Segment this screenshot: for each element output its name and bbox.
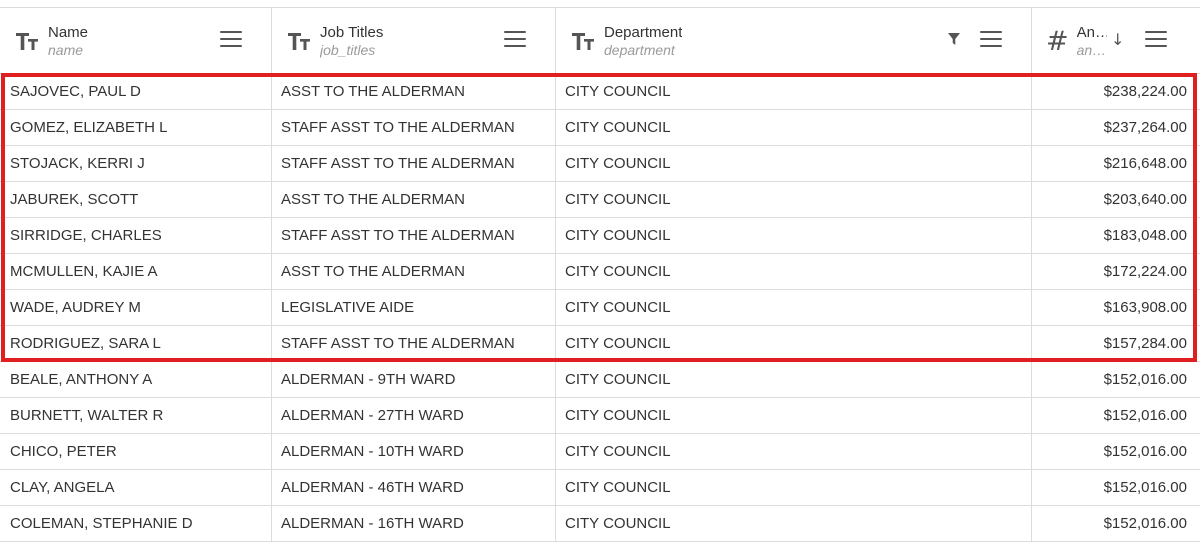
cell-name[interactable]: SAJOVEC, PAUL D bbox=[0, 74, 272, 109]
column-field: job_titles bbox=[320, 41, 376, 58]
table-row[interactable]: STOJACK, KERRI J STAFF ASST TO THE ALDERM… bbox=[0, 146, 1200, 182]
table-row[interactable]: CHICO, PETER ALDERMAN - 10TH WARD CITY COU… bbox=[0, 434, 1200, 470]
cell-job-title[interactable]: STAFF ASST TO THE ALDERMAN bbox=[272, 218, 556, 253]
table-body: SAJOVEC, PAUL D ASST TO THE ALDERMAN CITY … bbox=[0, 74, 1200, 542]
column-header-name[interactable]: Name name bbox=[0, 8, 272, 74]
cell-name[interactable]: CLAY, ANGELA bbox=[0, 470, 272, 505]
cell-job-title[interactable]: ALDERMAN - 27TH WARD bbox=[272, 398, 556, 433]
cell-job-title[interactable]: ALDERMAN - 46TH WARD bbox=[272, 470, 556, 505]
column-header-amount[interactable]: # An… an… ↓ bbox=[1032, 8, 1200, 74]
column-title: Job Titles bbox=[320, 24, 384, 42]
data-grid: Name name Job Titles job_titles Departme… bbox=[0, 0, 1200, 542]
cell-amount[interactable]: $203,640.00 bbox=[1032, 182, 1200, 217]
cell-department[interactable]: CITY COUNCIL bbox=[556, 362, 1032, 397]
cell-department[interactable]: CITY COUNCIL bbox=[556, 470, 1032, 505]
cell-job-title[interactable]: ALDERMAN - 9TH WARD bbox=[272, 362, 556, 397]
filter-icon[interactable] bbox=[947, 32, 961, 46]
cell-job-title[interactable]: STAFF ASST TO THE ALDERMAN bbox=[272, 146, 556, 181]
table-row[interactable]: SAJOVEC, PAUL D ASST TO THE ALDERMAN CITY … bbox=[0, 74, 1200, 110]
cell-name[interactable]: RODRIGUEZ, SARA L bbox=[0, 326, 272, 361]
column-menu-icon[interactable] bbox=[504, 31, 526, 47]
cell-department[interactable]: CITY COUNCIL bbox=[556, 74, 1032, 109]
column-header-amount-text: An… an… bbox=[1077, 24, 1107, 57]
table-row[interactable]: MCMULLEN, KAJIE A ASST TO THE ALDERMAN CIT… bbox=[0, 254, 1200, 290]
column-header-job-titles-text: Job Titles job_titles bbox=[320, 24, 383, 57]
cell-name[interactable]: GOMEZ, ELIZABETH L bbox=[0, 110, 272, 145]
cell-amount[interactable]: $183,048.00 bbox=[1032, 218, 1200, 253]
cell-job-title[interactable]: ASST TO THE ALDERMAN bbox=[272, 254, 556, 289]
table-row[interactable]: JABUREK, SCOTT ASST TO THE ALDERMAN CITY C… bbox=[0, 182, 1200, 218]
cell-name[interactable]: MCMULLEN, KAJIE A bbox=[0, 254, 272, 289]
cell-amount[interactable]: $152,016.00 bbox=[1032, 398, 1200, 433]
cell-amount[interactable]: $152,016.00 bbox=[1032, 362, 1200, 397]
table-row[interactable]: BEALE, ANTHONY A ALDERMAN - 9TH WARD CITY … bbox=[0, 362, 1200, 398]
header-row: Name name Job Titles job_titles Departme… bbox=[0, 8, 1200, 74]
cell-amount[interactable]: $216,648.00 bbox=[1032, 146, 1200, 181]
cell-amount[interactable]: $237,264.00 bbox=[1032, 110, 1200, 145]
cell-name[interactable]: SIRRIDGE, CHARLES bbox=[0, 218, 272, 253]
column-field: an… bbox=[1076, 41, 1107, 58]
cell-name[interactable]: COLEMAN, STEPHANIE D bbox=[0, 506, 272, 541]
cell-amount[interactable]: $163,908.00 bbox=[1032, 290, 1200, 325]
cell-job-title[interactable]: ASST TO THE ALDERMAN bbox=[272, 74, 556, 109]
table-row[interactable]: CLAY, ANGELA ALDERMAN - 46TH WARD CITY COU… bbox=[0, 470, 1200, 506]
table-row[interactable]: RODRIGUEZ, SARA L STAFF ASST TO THE ALDER… bbox=[0, 326, 1200, 362]
cell-name[interactable]: WADE, AUDREY M bbox=[0, 290, 272, 325]
cell-department[interactable]: CITY COUNCIL bbox=[556, 146, 1032, 181]
column-title: An… bbox=[1076, 24, 1107, 42]
column-menu-icon[interactable] bbox=[980, 31, 1002, 47]
cell-job-title[interactable]: LEGISLATIVE AIDE bbox=[272, 290, 556, 325]
cell-amount[interactable]: $152,016.00 bbox=[1032, 434, 1200, 469]
column-field: department bbox=[604, 41, 675, 58]
cell-department[interactable]: CITY COUNCIL bbox=[556, 398, 1032, 433]
cell-department[interactable]: CITY COUNCIL bbox=[556, 506, 1032, 541]
column-header-job-titles[interactable]: Job Titles job_titles bbox=[272, 8, 556, 74]
cell-department[interactable]: CITY COUNCIL bbox=[556, 434, 1032, 469]
cell-department[interactable]: CITY COUNCIL bbox=[556, 254, 1032, 289]
column-header-department-text: Department department bbox=[604, 24, 682, 57]
column-menu-icon[interactable] bbox=[220, 31, 242, 47]
cell-name[interactable]: BEALE, ANTHONY A bbox=[0, 362, 272, 397]
column-title: Department bbox=[604, 24, 683, 42]
cell-department[interactable]: CITY COUNCIL bbox=[556, 290, 1032, 325]
cell-name[interactable]: JABUREK, SCOTT bbox=[0, 182, 272, 217]
table-row[interactable]: WADE, AUDREY M LEGISLATIVE AIDE CITY COUNC… bbox=[0, 290, 1200, 326]
cell-department[interactable]: CITY COUNCIL bbox=[556, 218, 1032, 253]
text-type-icon bbox=[14, 28, 40, 54]
cell-job-title[interactable]: ALDERMAN - 10TH WARD bbox=[272, 434, 556, 469]
cell-amount[interactable]: $172,224.00 bbox=[1032, 254, 1200, 289]
cell-job-title[interactable]: ASST TO THE ALDERMAN bbox=[272, 182, 556, 217]
cell-department[interactable]: CITY COUNCIL bbox=[556, 182, 1032, 217]
cell-job-title[interactable]: STAFF ASST TO THE ALDERMAN bbox=[272, 110, 556, 145]
column-field: name bbox=[48, 41, 84, 58]
cell-name[interactable]: BURNETT, WALTER R bbox=[0, 398, 272, 433]
number-type-icon: # bbox=[1046, 25, 1069, 57]
table-row[interactable]: BURNETT, WALTER R ALDERMAN - 27TH WARD CIT… bbox=[0, 398, 1200, 434]
cell-job-title[interactable]: ALDERMAN - 16TH WARD bbox=[272, 506, 556, 541]
cell-department[interactable]: CITY COUNCIL bbox=[556, 326, 1032, 361]
column-menu-icon[interactable] bbox=[1145, 31, 1167, 47]
text-type-icon bbox=[570, 28, 596, 54]
sort-descending-icon[interactable]: ↓ bbox=[1111, 30, 1124, 49]
column-title: Name bbox=[48, 24, 89, 42]
cell-amount[interactable]: $238,224.00 bbox=[1032, 74, 1200, 109]
cell-amount[interactable]: $152,016.00 bbox=[1032, 470, 1200, 505]
table-row[interactable]: SIRRIDGE, CHARLES STAFF ASST TO THE ALDER… bbox=[0, 218, 1200, 254]
cell-job-title[interactable]: STAFF ASST TO THE ALDERMAN bbox=[272, 326, 556, 361]
column-header-name-text: Name name bbox=[48, 24, 88, 57]
text-type-icon bbox=[286, 28, 312, 54]
cell-department[interactable]: CITY COUNCIL bbox=[556, 110, 1032, 145]
table-row[interactable]: GOMEZ, ELIZABETH L STAFF ASST TO THE ALDE… bbox=[0, 110, 1200, 146]
cell-amount[interactable]: $157,284.00 bbox=[1032, 326, 1200, 361]
cell-amount[interactable]: $152,016.00 bbox=[1032, 506, 1200, 541]
cell-name[interactable]: STOJACK, KERRI J bbox=[0, 146, 272, 181]
table-row[interactable]: COLEMAN, STEPHANIE D ALDERMAN - 16TH WARD… bbox=[0, 506, 1200, 542]
column-header-department[interactable]: Department department bbox=[556, 8, 1032, 74]
cell-name[interactable]: CHICO, PETER bbox=[0, 434, 272, 469]
